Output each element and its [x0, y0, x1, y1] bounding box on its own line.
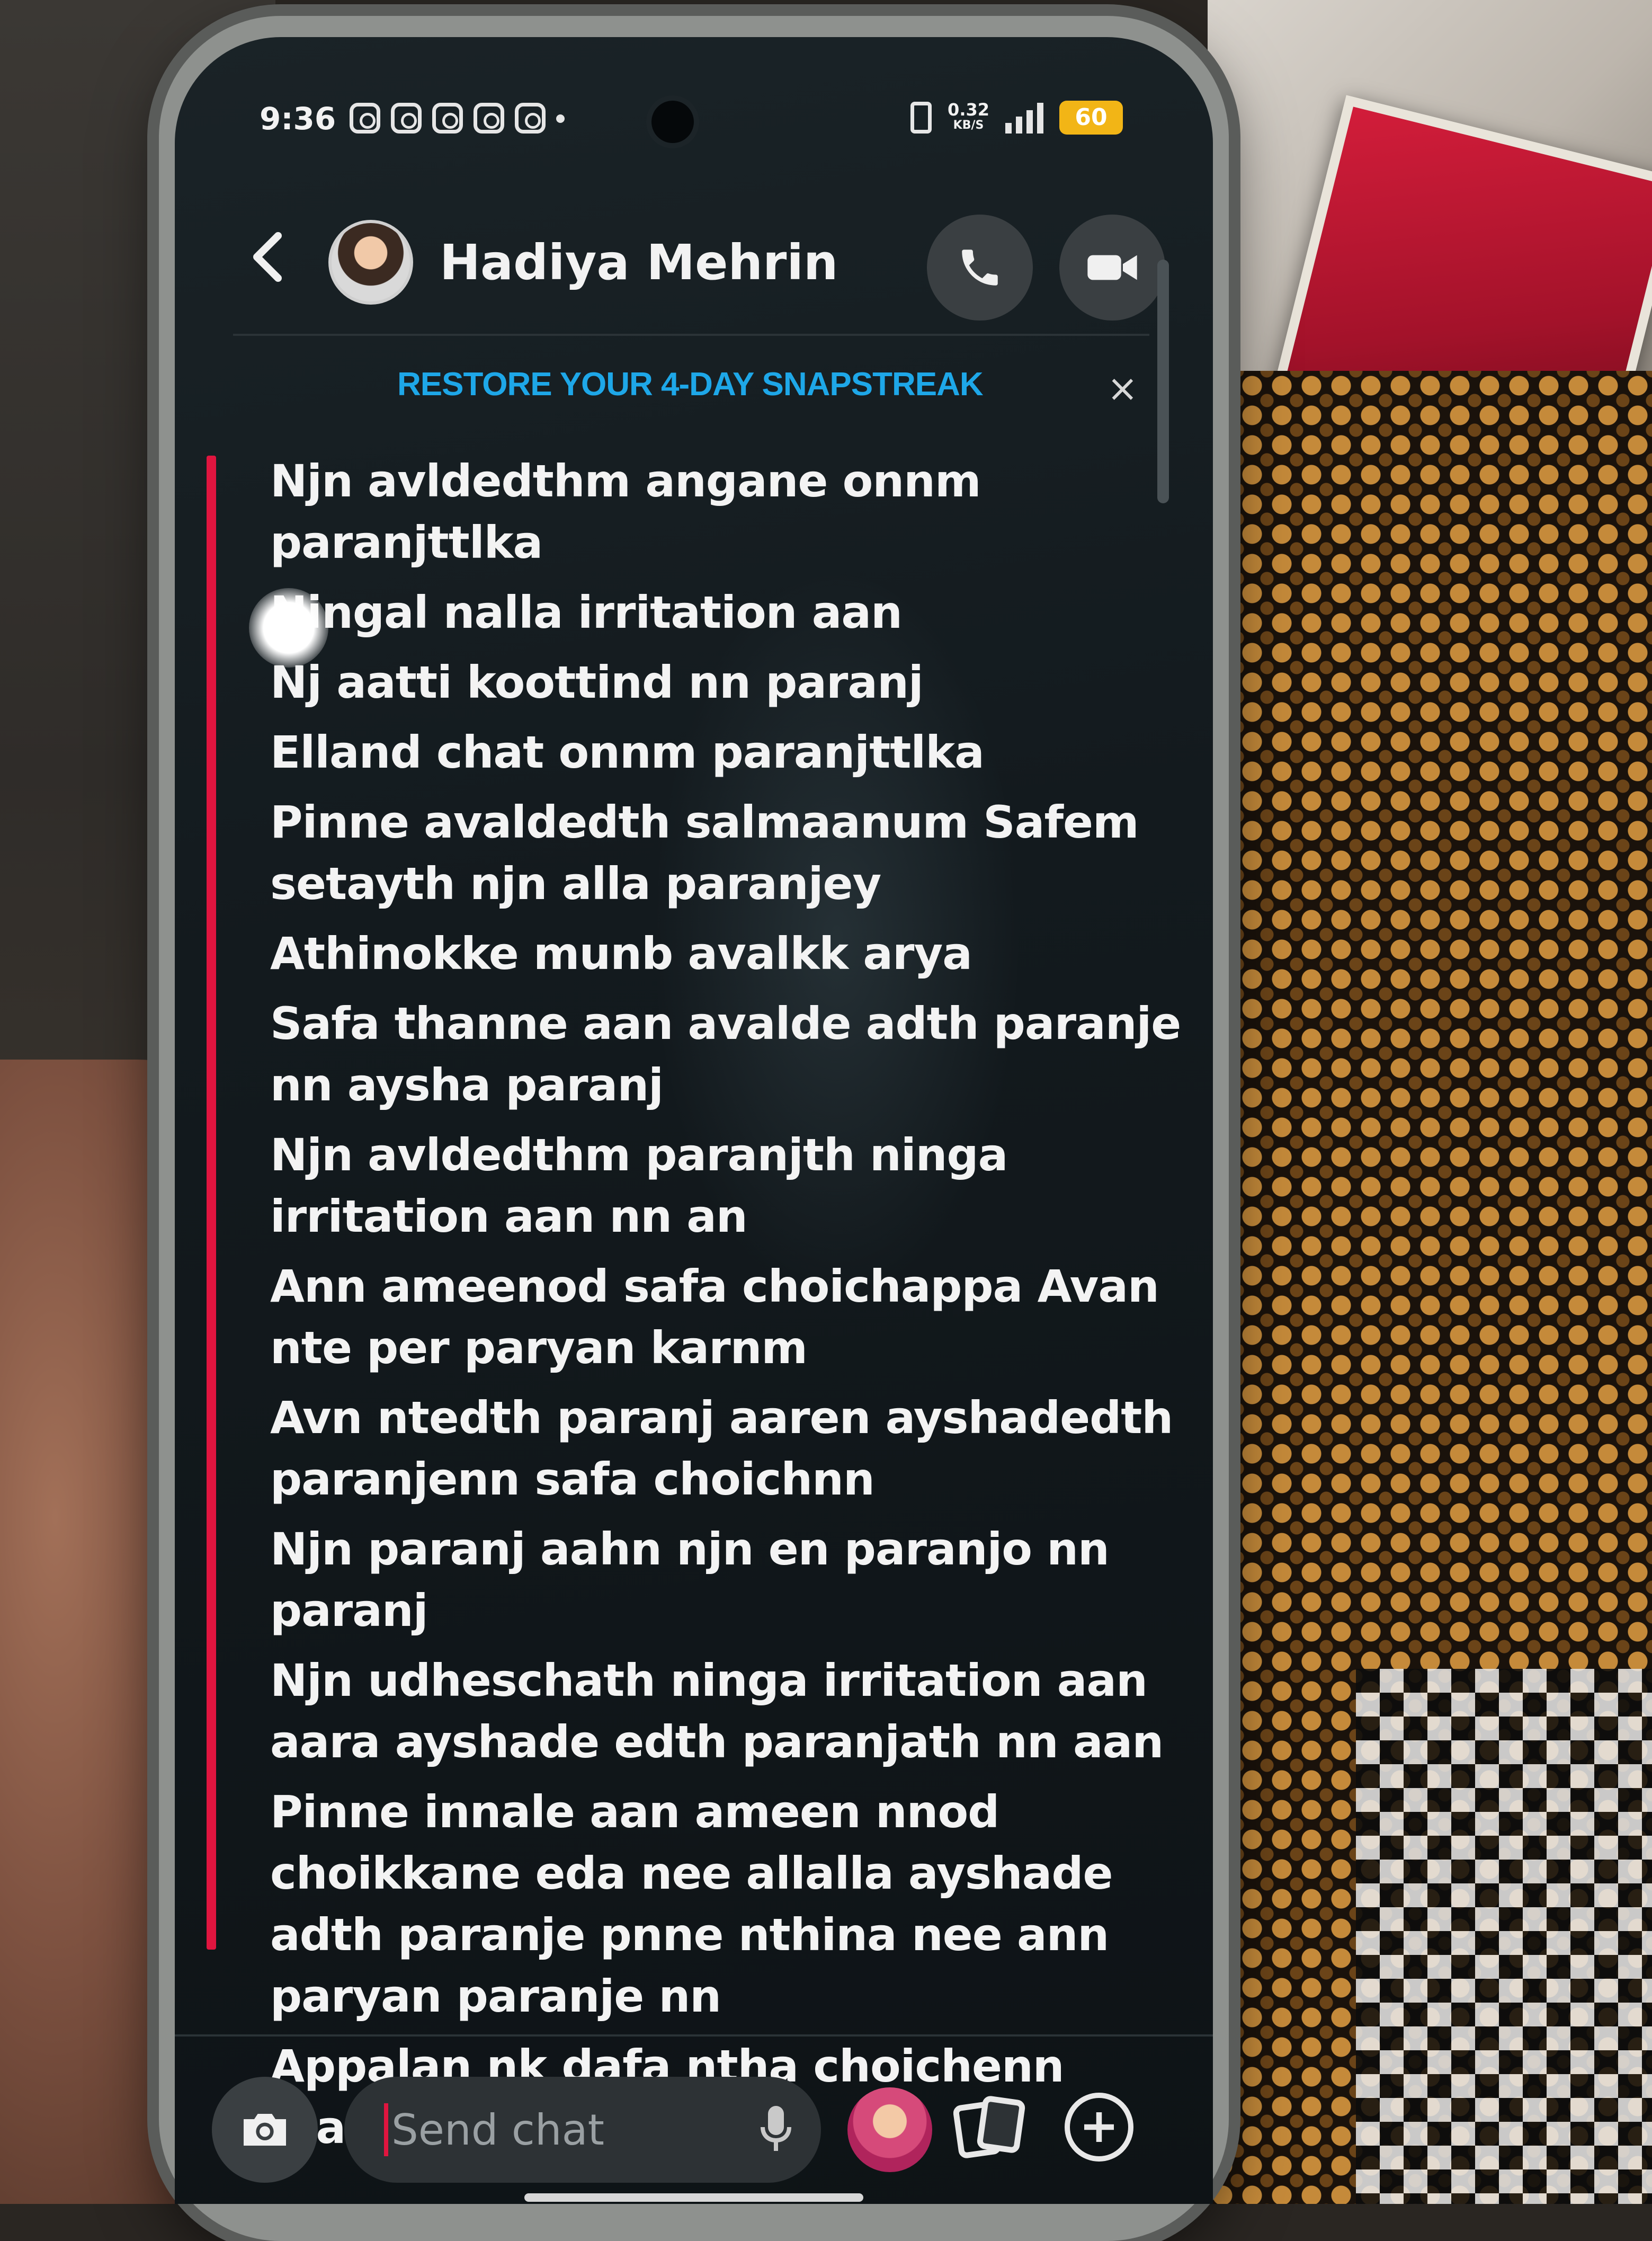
- camera-button[interactable]: [212, 2077, 318, 2183]
- status-bar: 9:36 0.32 KB/S 60: [175, 95, 1213, 154]
- signal-icon: [1005, 102, 1043, 134]
- close-icon[interactable]: ×: [1107, 367, 1138, 410]
- front-camera: [651, 101, 694, 143]
- chat-message: Nj aatti koottind nn paranj: [270, 656, 924, 708]
- chat-message: Ningal nalla irritation aan: [270, 586, 903, 638]
- back-arrow-icon: [253, 232, 282, 282]
- video-call-button[interactable]: [1059, 215, 1165, 321]
- phone-screen: 9:36 0.32 KB/S 60 Hadiya Mehrin RESTORE …: [175, 37, 1213, 2204]
- chat-input-placeholder: Send chat: [391, 2105, 604, 2155]
- video-camera-icon: [1087, 255, 1137, 280]
- avatar[interactable]: [328, 220, 413, 305]
- plus-button[interactable]: [1065, 2093, 1133, 2162]
- chat-header: Hadiya Mehrin: [175, 196, 1213, 323]
- instagram-notification-icon: [474, 103, 504, 134]
- home-indicator[interactable]: [524, 2193, 863, 2202]
- vibrate-icon: [910, 102, 932, 134]
- bitmoji-button[interactable]: [847, 2087, 932, 2172]
- chat-message: Ann ameenod safa choichappa Avan nte per…: [270, 1260, 1159, 1374]
- chat-message: Njn paranj aahn njn en paranjo nn paranj: [270, 1523, 1110, 1637]
- more-notifications-dot: [556, 114, 565, 123]
- composer-divider: [175, 2034, 1213, 2037]
- composer-bar: Send chat: [175, 2071, 1213, 2188]
- chat-message: Njn avldedthm angane onnm paranjttlka: [270, 455, 981, 568]
- message-accent-bar: [207, 456, 216, 1950]
- chat-message: Elland chat onnm paranjttlka: [270, 726, 985, 778]
- status-time: 9:36: [260, 101, 336, 137]
- chat-message: Safa thanne aan avalde adth paranje nn a…: [270, 998, 1181, 1111]
- chat-input[interactable]: Send chat: [344, 2077, 821, 2183]
- camera-icon: [244, 2114, 286, 2146]
- contact-name[interactable]: Hadiya Mehrin: [440, 234, 838, 291]
- restore-streak-link[interactable]: RESTORE YOUR 4-DAY SNAPSTREAK: [397, 366, 984, 403]
- header-divider: [233, 334, 1149, 336]
- notification-icons: [350, 103, 565, 134]
- call-button[interactable]: [927, 215, 1033, 321]
- message-list: Njn avldedthm angane onnm paranjttlka Ni…: [270, 450, 1181, 2167]
- back-button[interactable]: [238, 228, 297, 286]
- cards-button[interactable]: [953, 2093, 1028, 2164]
- text-cursor: [384, 2103, 388, 2156]
- cards-icon: [953, 2096, 1025, 2158]
- phone-icon: [962, 250, 998, 286]
- chat-message: Njn avldedthm paranjth ninga irritation …: [270, 1129, 1008, 1242]
- chat-message: Pinne innale aan ameen nnod choikkane ed…: [270, 1786, 1113, 2022]
- streak-banner[interactable]: RESTORE YOUR 4-DAY SNAPSTREAK ×: [175, 355, 1213, 419]
- net-speed: 0.32 KB/S: [948, 100, 989, 132]
- background-checkered-cloth: [1356, 1669, 1652, 2204]
- chat-message: Pinne avaldedth salmaanum Safem setayth …: [270, 796, 1139, 910]
- microphone-icon[interactable]: [757, 2103, 794, 2156]
- chat-message: Njn udheschath ninga irritation aan aara…: [270, 1655, 1164, 1768]
- chat-message: Avn ntedth paranj aaren ayshadedth paran…: [270, 1392, 1173, 1505]
- instagram-notification-icon: [515, 103, 546, 134]
- instagram-notification-icon: [432, 103, 463, 134]
- plus-icon: [1084, 2112, 1114, 2142]
- battery-icon: 60: [1059, 101, 1123, 135]
- status-right: 0.32 KB/S 60: [910, 101, 1123, 135]
- instagram-notification-icon: [350, 103, 380, 134]
- chat-message: Athinokke munb avalkk arya: [270, 928, 972, 980]
- instagram-notification-icon: [391, 103, 422, 134]
